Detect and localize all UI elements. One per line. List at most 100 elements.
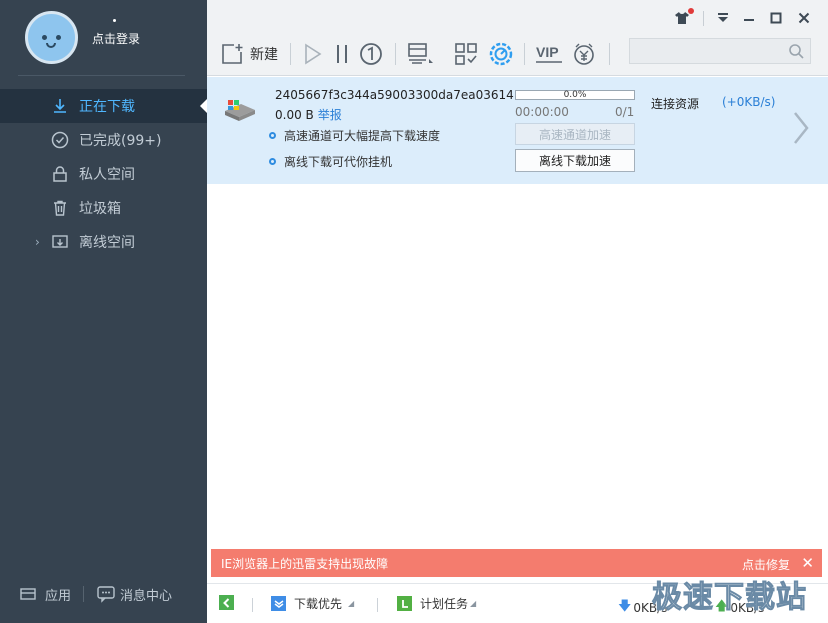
grid-icon [455,43,477,65]
task-status: 连接资源 [651,97,700,111]
status-dot [113,19,116,22]
download-icon [50,96,70,116]
expand-arrow-icon[interactable]: › [35,235,40,249]
alert-message: IE浏览器上的迅雷支持出现故障 [221,556,389,571]
menu-dropdown-button[interactable] [712,8,734,28]
wallet-button[interactable] [571,40,597,68]
single-task-button[interactable] [358,40,384,68]
dropdown-triangle-icon: ◢ [470,599,477,608]
download-priority-label: 下载优先 [294,597,343,611]
avatar-eye-left [42,35,47,40]
avatar[interactable] [25,11,78,64]
trash-icon [50,198,70,218]
toolbar: 新建 VIP [207,0,828,76]
close-alert-icon[interactable]: ✕ [801,554,814,572]
svg-text:VIP: VIP [536,44,559,60]
status-divider [252,598,253,612]
toolbar-divider [609,43,610,65]
search-input[interactable] [629,38,811,64]
highspeed-accelerate-button[interactable]: 高速通道加速 [515,123,635,145]
main-panel: 新建 VIP 2405667f3c344a59003300da7ea03614 … [207,0,828,623]
minimize-button[interactable] [738,8,760,28]
task-speed: (+0KB/s) [722,95,776,109]
tshirt-icon [674,8,694,25]
offline-accelerate-button[interactable]: 离线下载加速 [515,149,635,172]
bullet-icon [269,132,276,139]
scheduled-task-button[interactable]: 计划任务 ◢ [397,595,476,612]
apps-icon [19,586,37,602]
arrow-down-icon: 🡇 [618,599,632,614]
chevron-left-icon [219,595,234,610]
fix-link[interactable]: 点击修复 [742,556,790,573]
maximize-button[interactable] [765,8,787,28]
task-row[interactable]: 2405667f3c344a59003300da7ea03614 0.00 B 举… [207,77,828,184]
vip-button[interactable]: VIP [534,40,564,68]
toolbar-divider [524,43,525,65]
start-button[interactable] [302,40,324,68]
sidebar-divider [18,75,185,76]
close-icon [798,12,810,24]
sidebar: 点击登录 正在下载 已完成(99+) 私人空间 垃圾箱 › 离线空间 应用 消息… [0,0,207,623]
offline-hint: 离线下载可代你挂机 [269,153,392,170]
close-button[interactable] [793,8,815,28]
progress-percent: 0.0% [563,90,587,100]
vip-icon: VIP [536,44,562,63]
sidebar-item-trash[interactable]: 垃圾箱 [0,191,207,225]
notification-dot [688,8,694,14]
bullet-icon [269,158,276,165]
toolbar-divider [395,43,396,65]
check-circle-icon [50,130,70,150]
sort-button[interactable] [406,40,436,68]
apps-label: 应用 [45,588,72,604]
toolbar-divider [290,43,291,65]
dropdown-triangle-icon: ◢ [348,599,355,608]
download-priority-button[interactable]: 下载优先 ◢ [271,595,354,612]
scheduled-task-label: 计划任务 [420,597,469,611]
sidebar-item-private-space[interactable]: 私人空间 [0,157,207,191]
speed-gear-icon [489,42,513,66]
task-size: 0.00 B 举报 [275,106,342,123]
watermark-logo: 极速下载站 [652,580,807,616]
sidebar-item-offline-space[interactable]: › 离线空间 [0,225,207,259]
pause-button[interactable] [333,40,351,68]
minimize-icon [744,19,754,21]
search-icon[interactable] [788,43,804,63]
pause-icon [337,45,347,63]
footer-divider [83,586,85,602]
play-icon [305,43,322,65]
schedule-icon [397,596,412,611]
maximize-icon [770,12,782,24]
parts-count: 0/1 [615,105,635,119]
collapse-button[interactable] [219,595,242,610]
list-sort-icon [408,43,433,64]
one-circle-icon [360,43,382,65]
chevron-right-icon[interactable] [792,110,810,150]
menu-icon [718,13,728,22]
highspeed-hint: 高速通道可大幅提高下载速度 [269,127,440,144]
sidebar-footer: 应用 消息中心 [0,580,207,608]
sidebar-item-label: 已完成(99+) [79,133,162,149]
sidebar-item-downloading[interactable]: 正在下载 [0,89,207,123]
skin-button[interactable] [671,8,694,28]
sidebar-nav: 正在下载 已完成(99+) 私人空间 垃圾箱 › 离线空间 [0,89,207,259]
app-grid-button[interactable] [453,40,479,68]
avatar-eye-right [56,35,61,40]
message-center-button[interactable]: 消息中心 [96,585,172,604]
chat-icon [96,585,116,603]
new-task-label: 新建 [250,47,278,63]
lock-icon [50,164,70,184]
speed-mode-button[interactable] [487,40,515,68]
cloud-download-icon [50,232,70,252]
offline-hint-text: 离线下载可代你挂机 [284,155,393,169]
new-task-button[interactable]: 新建 [220,40,278,68]
sidebar-item-label: 正在下载 [79,99,135,115]
sidebar-item-label: 垃圾箱 [79,201,121,217]
apps-button[interactable]: 应用 [19,585,71,604]
window-divider [703,11,704,26]
download-priority-icon [271,596,286,611]
remaining-time: 00:00:00 [515,105,569,119]
login-link[interactable]: 点击登录 [92,30,140,47]
report-link[interactable]: 举报 [318,108,342,122]
message-center-label: 消息中心 [120,588,173,604]
sidebar-item-completed[interactable]: 已完成(99+) [0,123,207,157]
